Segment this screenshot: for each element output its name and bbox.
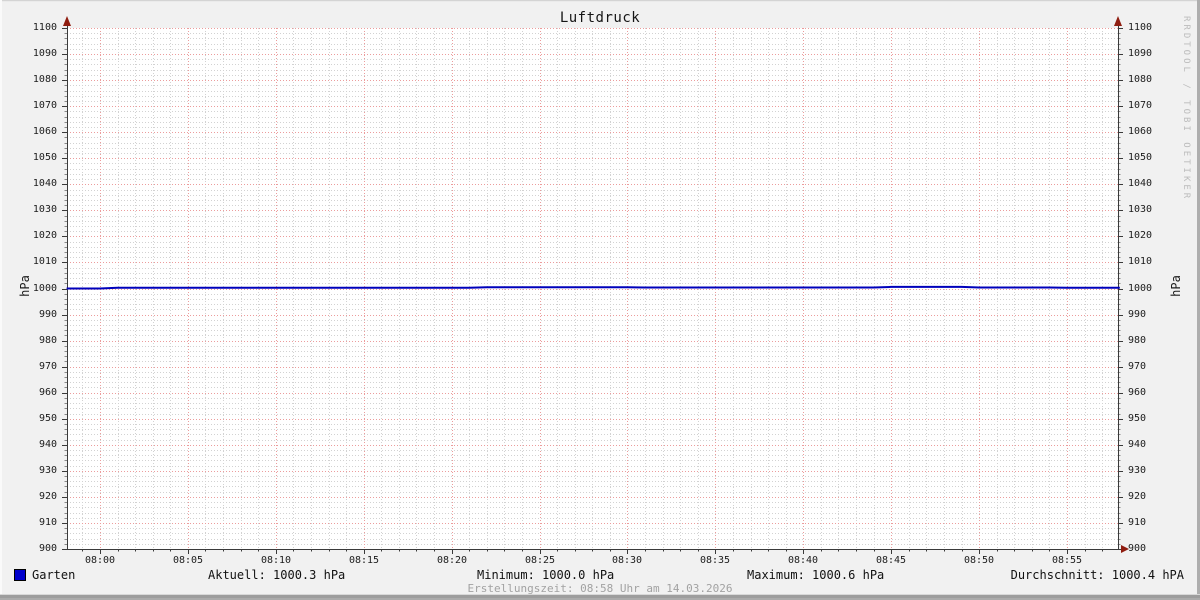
stat-average: Durchschnitt: 1000.4 hPA [1010, 568, 1184, 582]
y-axis-tick-label-right: 920 [1128, 491, 1147, 502]
chart-plot-area [62, 16, 1129, 554]
x-axis-tick-label: 08:00 [84, 555, 116, 566]
y-axis-tick-label-right: 1030 [1128, 204, 1153, 215]
y-axis-tick-label-left: 920 [38, 491, 57, 502]
y-axis-tick-label-right: 1050 [1128, 152, 1153, 163]
y-axis-tick-label-right: 930 [1128, 465, 1147, 476]
x-axis-tick-label: 08:20 [436, 555, 468, 566]
x-axis-tick-label: 08:35 [699, 555, 731, 566]
y-axis-tick-label-right: 940 [1128, 439, 1147, 450]
y-axis-tick-label-left: 940 [38, 439, 57, 450]
y-axis-tick-label-right: 1060 [1128, 126, 1153, 137]
y-axis-tick-label-left: 910 [38, 517, 57, 528]
stat-minimum: Minimum: 1000.0 hPa [477, 568, 615, 582]
y-axis-tick-label-left: 930 [38, 465, 57, 476]
x-axis-tick-label: 08:50 [963, 555, 995, 566]
y-axis-tick-label-left: 1060 [32, 126, 57, 137]
legend-label: Garten [32, 568, 76, 582]
frame-edge-top [0, 0, 1200, 2]
y-axis-tick-label-right: 970 [1128, 361, 1147, 372]
stat-current: Aktuell: 1000.3 hPa [208, 568, 346, 582]
y-axis-tick-label-left: 950 [38, 413, 57, 424]
y-axis-tick-label-left: 960 [38, 387, 57, 398]
y-axis-tick-label-right: 1020 [1128, 230, 1153, 241]
x-axis-tick-label: 08:15 [348, 555, 380, 566]
y-axis-tick-label-left: 1100 [32, 22, 57, 33]
y-axis-tick-label-left: 1010 [32, 256, 57, 267]
legend-color-swatch [14, 569, 26, 581]
y-axis-tick-label-right: 980 [1128, 335, 1147, 346]
y-axis-tick-label-right: 1070 [1128, 100, 1153, 111]
y-axis-tick-label-left: 1040 [32, 178, 57, 189]
y-axis-tick-label-right: 1100 [1128, 22, 1153, 33]
y-axis-tick-label-right: 960 [1128, 387, 1147, 398]
y-axis-tick-label-left: 1020 [32, 230, 57, 241]
y-axis-tick-label-left: 980 [38, 335, 57, 346]
y-axis-tick-label-left: 1090 [32, 48, 57, 59]
y-axis-tick-label-right: 1040 [1128, 178, 1153, 189]
x-axis-tick-label: 08:25 [524, 555, 556, 566]
x-axis-tick-label: 08:05 [172, 555, 204, 566]
frame-edge-left [0, 0, 2, 600]
y-axis-tick-label-right: 1000 [1128, 283, 1153, 294]
x-axis-tick-label: 08:40 [787, 555, 819, 566]
stat-maximum: Maximum: 1000.6 hPa [747, 568, 885, 582]
frame-edge-bottom [0, 594, 1200, 600]
y-axis-tick-label-left: 900 [38, 543, 57, 554]
y-axis-tick-label-right: 950 [1128, 413, 1147, 424]
y-axis-tick-label-left: 1030 [32, 204, 57, 215]
rrdtool-graph: Luftdruck hPa hPa RRDTOOL / TOBI OETIKER… [0, 0, 1200, 600]
y-axis-tick-label-right: 1080 [1128, 74, 1153, 85]
y-axis-tick-label-left: 1070 [32, 100, 57, 111]
y-axis-tick-label-left: 990 [38, 309, 57, 320]
y-axis-tick-label-left: 1000 [32, 283, 57, 294]
y-axis-tick-label-right: 1090 [1128, 48, 1153, 59]
y-axis-tick-label-right: 900 [1128, 543, 1147, 554]
y-axis-tick-label-right: 910 [1128, 517, 1147, 528]
y-axis-tick-label-left: 970 [38, 361, 57, 372]
y-axis-tick-label-left: 1080 [32, 74, 57, 85]
chart-title: Luftdruck [559, 10, 641, 26]
y-axis-tick-label-left: 1050 [32, 152, 57, 163]
x-axis-tick-label: 08:55 [1051, 555, 1083, 566]
y-axis-tick-label-right: 990 [1128, 309, 1147, 320]
y-axis-tick-label-right: 1010 [1128, 256, 1153, 267]
x-axis-tick-label: 08:30 [611, 555, 643, 566]
x-axis-tick-label: 08:45 [875, 555, 907, 566]
x-axis-tick-label: 08:10 [260, 555, 292, 566]
